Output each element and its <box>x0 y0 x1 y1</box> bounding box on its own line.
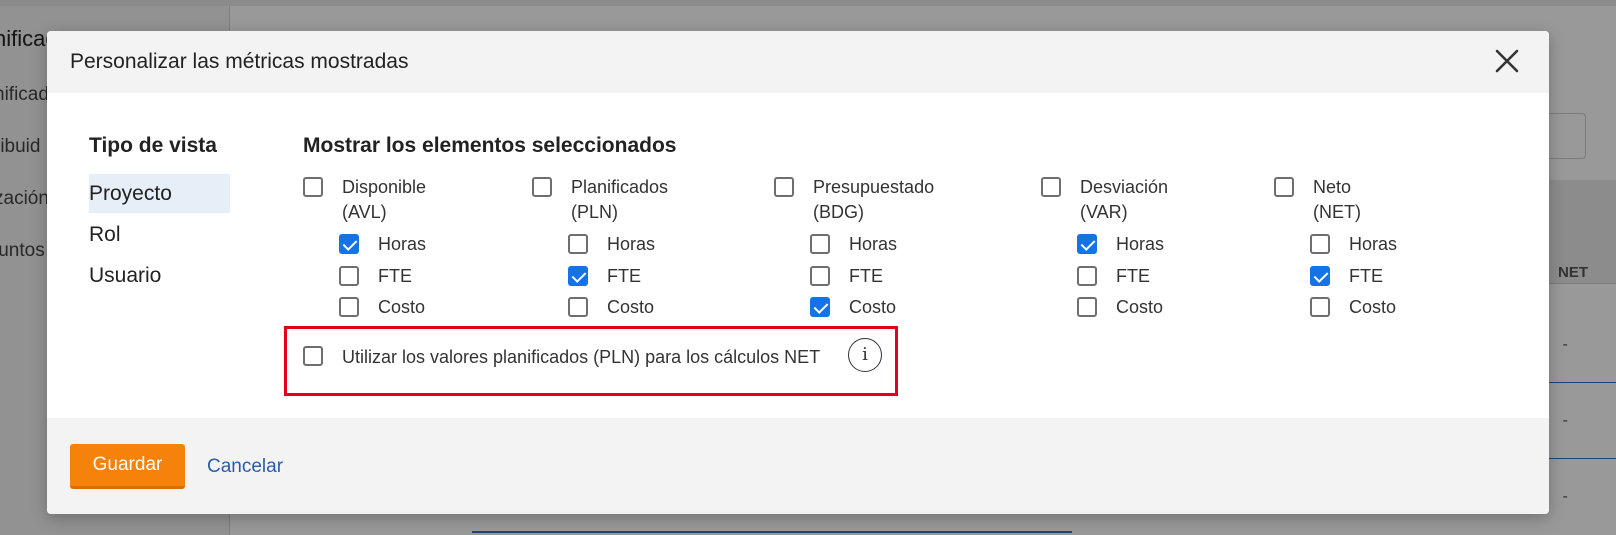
net-fte-label: FTE <box>1349 266 1383 286</box>
bdg-fte-checkbox[interactable] <box>810 266 830 286</box>
pln-hours-label: Horas <box>607 234 656 254</box>
net-cost-label: Costo <box>1349 297 1397 317</box>
avl-fte-label: FTE <box>378 266 412 286</box>
var-hours-label: Horas <box>1116 234 1165 254</box>
close-icon[interactable] <box>1493 47 1521 75</box>
var-cost-label: Costo <box>1116 297 1164 317</box>
var-fte-checkbox[interactable] <box>1077 266 1097 286</box>
customize-metrics-dialog: Personalizar las métricas mostradas Tipo… <box>47 31 1549 514</box>
avl-cost-checkbox[interactable] <box>339 297 359 317</box>
cancel-link[interactable]: Cancelar <box>207 456 283 478</box>
group-label-net: Neto (NET) <box>1313 177 1361 222</box>
var-cost-checkbox[interactable] <box>1077 297 1097 317</box>
group-checkbox-net[interactable] <box>1274 177 1294 197</box>
avl-hours-label: Horas <box>378 234 427 254</box>
pln-cost-label: Costo <box>607 297 655 317</box>
pln-fte-checkbox[interactable] <box>568 266 588 286</box>
dialog-title: Personalizar las métricas mostradas <box>70 50 409 73</box>
net-hours-checkbox[interactable] <box>1310 234 1330 254</box>
pln-cost-checkbox[interactable] <box>568 297 588 317</box>
view-type-item-user[interactable]: Usuario <box>89 256 230 295</box>
net-cost-checkbox[interactable] <box>1310 297 1330 317</box>
bdg-cost-checkbox[interactable] <box>810 297 830 317</box>
save-button[interactable]: Guardar <box>70 444 185 489</box>
view-type-item-project[interactable]: Proyecto <box>89 174 230 213</box>
var-fte-label: FTE <box>1116 266 1150 286</box>
group-checkbox-var[interactable] <box>1041 177 1061 197</box>
view-type-heading: Tipo de vista <box>89 134 217 157</box>
group-label-bdg: Presupuestado (BDG) <box>813 177 935 222</box>
view-type-item-role[interactable]: Rol <box>89 215 230 254</box>
net-hours-label: Horas <box>1349 234 1398 254</box>
dialog-footer: Guardar Cancelar <box>47 418 1549 514</box>
metrics-heading: Mostrar los elementos seleccionados <box>303 134 677 157</box>
use-pln-for-net-label: Utilizar los valores planificados (PLN) … <box>342 347 821 367</box>
avl-hours-checkbox[interactable] <box>339 234 359 254</box>
group-checkbox-pln[interactable] <box>532 177 552 197</box>
use-pln-for-net-checkbox[interactable] <box>303 346 323 366</box>
group-checkbox-avl[interactable] <box>303 177 323 197</box>
bdg-cost-label: Costo <box>849 297 897 317</box>
group-label-pln: Planificados (PLN) <box>571 177 669 222</box>
group-label-var: Desviación (VAR) <box>1080 177 1169 222</box>
net-fte-checkbox[interactable] <box>1310 266 1330 286</box>
bdg-fte-label: FTE <box>849 266 883 286</box>
info-icon[interactable]: i <box>848 338 882 372</box>
avl-cost-label: Costo <box>378 297 426 317</box>
bdg-hours-label: Horas <box>849 234 898 254</box>
group-checkbox-bdg[interactable] <box>774 177 794 197</box>
bdg-hours-checkbox[interactable] <box>810 234 830 254</box>
avl-fte-checkbox[interactable] <box>339 266 359 286</box>
group-label-avl: Disponible (AVL) <box>342 177 427 222</box>
dialog-header: Personalizar las métricas mostradas <box>47 31 1549 93</box>
pln-hours-checkbox[interactable] <box>568 234 588 254</box>
var-hours-checkbox[interactable] <box>1077 234 1097 254</box>
pln-fte-label: FTE <box>607 266 641 286</box>
